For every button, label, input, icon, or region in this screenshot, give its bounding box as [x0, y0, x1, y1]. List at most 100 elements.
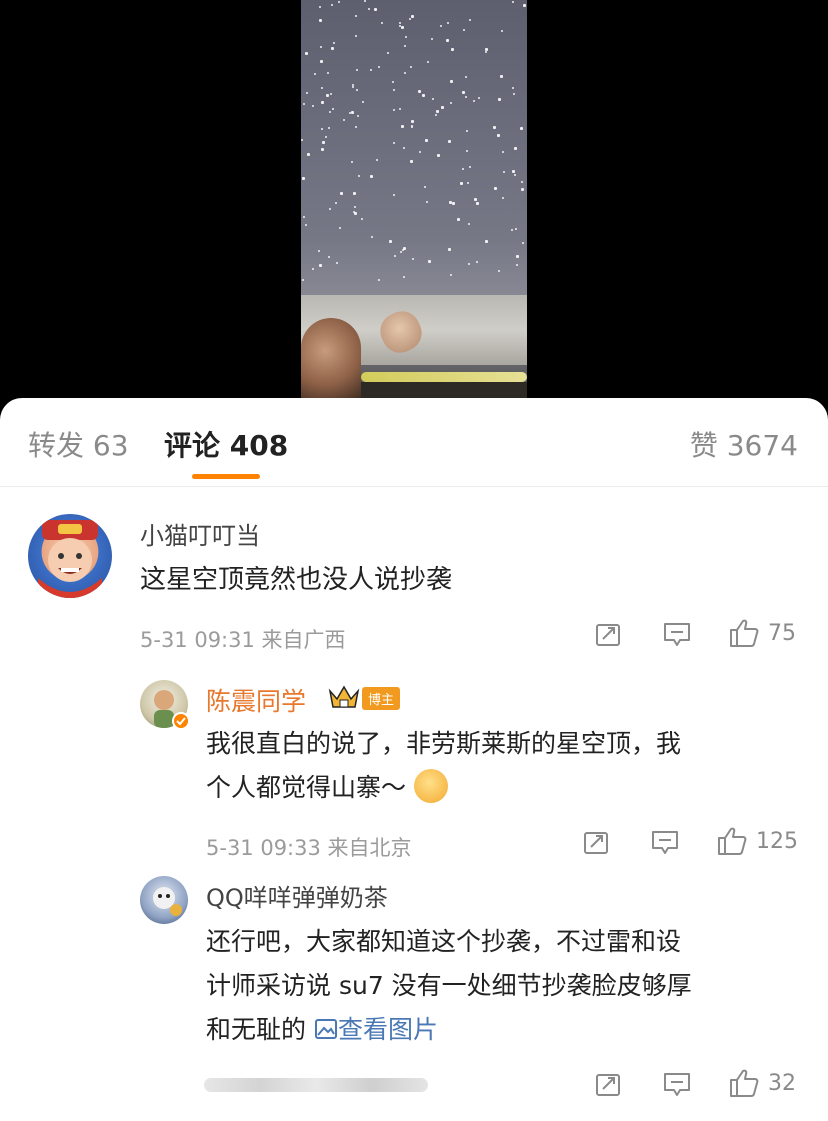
star-light — [515, 254, 519, 258]
comment-username[interactable]: 小猫叮叮当 — [140, 516, 260, 551]
star-light — [375, 158, 378, 161]
like-button[interactable]: 75 — [728, 618, 796, 648]
star-light — [329, 92, 332, 95]
reply-button[interactable] — [662, 1070, 692, 1098]
reply-text-line: 还行吧，大家都知道这个抄袭，不过雷和设 — [206, 927, 682, 956]
star-light — [515, 227, 518, 230]
avatar[interactable] — [140, 876, 188, 924]
reply-text-segment: 和无耻的 — [206, 1015, 307, 1044]
star-light — [514, 173, 517, 176]
tab-comments[interactable]: 评论 408 — [164, 424, 288, 464]
star-light — [352, 210, 355, 213]
star-light — [401, 125, 405, 129]
reply-text-line: 计师采访说 su7 没有一处细节抄袭脸皮够厚 — [206, 971, 692, 1000]
crown-icon — [328, 685, 360, 708]
star-light — [402, 275, 405, 278]
star-light — [301, 176, 305, 180]
star-light — [330, 3, 333, 6]
image-icon — [314, 1019, 337, 1039]
star-light — [318, 250, 321, 253]
reply-text: 还行吧，大家都知道这个抄袭，不过雷和设 计师采访说 su7 没有一处细节抄袭脸皮… — [206, 920, 806, 1052]
star-light — [369, 175, 373, 179]
star-light — [356, 68, 359, 71]
view-image-label: 查看图片 — [337, 1015, 438, 1044]
star-light — [472, 100, 475, 103]
star-light — [318, 263, 322, 267]
star-light — [351, 161, 354, 164]
star-light — [449, 273, 452, 276]
star-light — [321, 127, 324, 130]
star-light — [355, 126, 358, 129]
star-light — [313, 73, 316, 76]
blushing-emoji-icon — [413, 769, 448, 803]
star-light — [355, 14, 358, 17]
star-light — [427, 61, 430, 64]
like-button[interactable]: 125 — [716, 826, 798, 856]
repost-button[interactable] — [594, 620, 622, 648]
star-light — [338, 226, 341, 229]
star-light — [467, 222, 470, 225]
active-tab-indicator — [192, 474, 260, 479]
video-player[interactable] — [0, 0, 828, 400]
view-image-link[interactable]: 查看图片 — [314, 1015, 438, 1044]
star-light — [399, 251, 402, 254]
like-icon — [718, 827, 747, 855]
reply-username[interactable]: 陈震同学 — [206, 682, 306, 718]
comment-icon — [664, 623, 690, 646]
reply-text-line: 和无耻的 查看图片 — [206, 1008, 806, 1052]
star-light — [422, 94, 426, 98]
star-light — [511, 0, 514, 3]
star-light — [502, 196, 505, 199]
repost-button[interactable] — [582, 828, 610, 856]
star-light — [519, 127, 523, 130]
star-light — [411, 119, 415, 123]
reply-button[interactable] — [650, 828, 680, 856]
star-light — [380, 21, 383, 24]
star-light — [461, 91, 465, 95]
comment-icon — [664, 1073, 690, 1096]
tab-reposts[interactable]: 转发 63 — [28, 424, 129, 464]
star-light — [499, 75, 503, 79]
star-light — [357, 175, 360, 178]
star-light — [452, 201, 456, 205]
reply-button[interactable] — [662, 620, 692, 648]
star-light — [427, 260, 431, 264]
star-light — [520, 181, 523, 184]
star-light — [485, 240, 489, 244]
star-light — [425, 138, 429, 142]
star-light — [497, 134, 501, 138]
blogger-tag: 博主 — [362, 686, 401, 710]
star-light — [392, 81, 395, 84]
star-light — [319, 19, 323, 23]
star-light — [411, 258, 414, 261]
repost-button[interactable] — [594, 1070, 622, 1098]
star-light — [451, 48, 455, 52]
star-light — [485, 50, 488, 53]
video-frame[interactable] — [301, 0, 527, 400]
star-light — [392, 194, 395, 197]
star-light — [511, 86, 514, 89]
star-light — [445, 38, 449, 42]
star-light — [307, 152, 311, 156]
reply-username[interactable]: QQ咩咩弹弹奶茶 — [206, 878, 388, 913]
star-light — [342, 119, 345, 122]
star-light — [331, 46, 335, 50]
like-button[interactable]: 32 — [728, 1068, 796, 1098]
star-light — [350, 111, 354, 115]
star-light — [392, 109, 395, 112]
tab-likes[interactable]: 赞 3674 — [690, 424, 798, 464]
star-light — [335, 201, 338, 204]
star-light — [321, 148, 325, 152]
star-light — [492, 125, 496, 129]
star-light — [312, 267, 315, 270]
star-light — [511, 228, 513, 231]
star-light — [328, 111, 331, 114]
star-light — [351, 85, 354, 88]
star-light — [387, 52, 390, 55]
star-light — [319, 46, 322, 49]
avatar[interactable] — [28, 514, 112, 598]
star-light — [465, 150, 468, 153]
star-light — [400, 25, 404, 29]
star-light — [404, 71, 407, 74]
star-light — [403, 147, 406, 150]
